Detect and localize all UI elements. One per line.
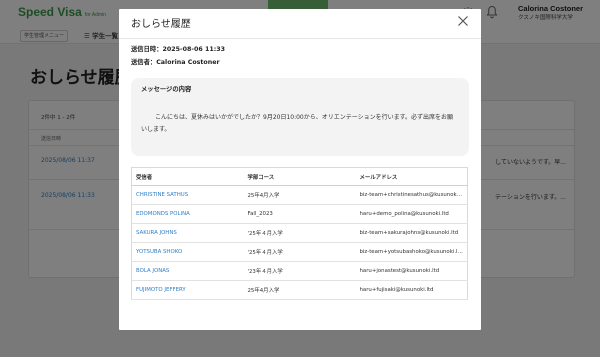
recipient-name[interactable]: EDOMONDS POLINA (131, 204, 244, 224)
table-row: SAKURA JOHNS '25年４月入学 biz-team+sakurajoh… (131, 223, 468, 243)
recipient-email: haru+demo_polina@kusunoki.ltd (355, 204, 468, 224)
notification-history-modal: おしらせ履歴 送信日時：2025-08-06 11:33 送信者：Calorin… (119, 9, 481, 330)
sender-value: Calorina Costoner (156, 59, 220, 66)
table-row: CHRISTINE SATHUS 25年4月入学 biz-team+christ… (131, 185, 468, 205)
recipient-email: biz-team+yotsubashoko@kusunoki.ltd (355, 242, 468, 262)
sent-at-label: 送信日時： (131, 46, 163, 53)
recipient-name[interactable]: SAKURA JOHNS (131, 223, 244, 243)
recipient-course: 25年4月入学 (243, 280, 356, 300)
table-row: EDOMONDS POLINA Fall_2023 haru+demo_poli… (131, 204, 468, 224)
recipient-name[interactable]: BOLA JONAS (131, 261, 244, 281)
recipient-name[interactable]: CHRISTINE SATHUS (131, 185, 244, 205)
column-header-email: メールアドレス (355, 167, 468, 186)
message-box: メッセージの内容 こんにちは、夏休みはいかがでしたか？9月20日10:00から、… (131, 78, 469, 156)
recipient-course: '25年４月入学 (243, 242, 356, 262)
table-row: YOTSUBA SHOKO '25年４月入学 biz-team+yotsubas… (131, 242, 468, 262)
recipient-name[interactable]: YOTSUBA SHOKO (131, 242, 244, 262)
recipient-course: '25年４月入学 (243, 223, 356, 243)
sent-at-value: 2025-08-06 11:33 (162, 46, 225, 53)
table-row: FUJIMOTO JEFFERY 25年4月入学 haru+fujisaki@k… (131, 280, 468, 300)
column-header-recipient: 受信者 (131, 167, 244, 186)
sender: 送信者：Calorina Costoner (131, 57, 220, 66)
modal-divider (119, 38, 481, 39)
recipient-name[interactable]: FUJIMOTO JEFFERY (131, 280, 244, 300)
table-header-row: 受信者 学部コース メールアドレス (131, 167, 468, 186)
recipient-email: biz-team+christinesathus@kusunoki.ltd (355, 185, 468, 205)
message-body: こんにちは、夏休みはいかがでしたか？9月20日10:00から、オリエンテーション… (141, 114, 454, 133)
close-icon[interactable] (457, 15, 469, 27)
message-heading: メッセージの内容 (141, 86, 192, 93)
table-row: BOLA JONAS '23年４月入学 haru+jonastest@kusun… (131, 261, 468, 281)
recipient-course: 25年4月入学 (243, 185, 356, 205)
sent-at: 送信日時：2025-08-06 11:33 (131, 44, 225, 53)
sender-label: 送信者： (131, 59, 157, 66)
recipient-email: biz-team+sakurajohns@kusunoki.ltd (355, 223, 468, 243)
recipient-course: Fall_2023 (243, 204, 356, 224)
recipient-email: haru+jonastest@kusunoki.ltd (355, 261, 468, 281)
recipient-email: haru+fujisaki@kusunoki.ltd (355, 280, 468, 300)
recipient-course: '23年４月入学 (243, 261, 356, 281)
modal-title: おしらせ履歴 (131, 19, 191, 30)
recipients-table: 受信者 学部コース メールアドレス CHRISTINE SATHUS 25年4月… (131, 167, 468, 300)
column-header-course: 学部コース (243, 167, 356, 186)
